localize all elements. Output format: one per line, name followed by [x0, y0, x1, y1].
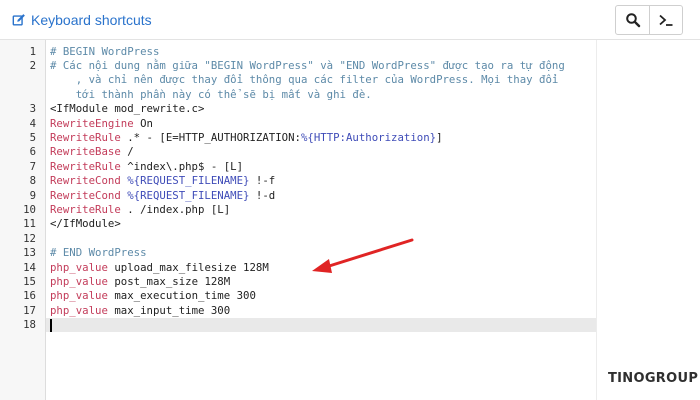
line-number: 9 [29, 188, 36, 202]
code-text: !-f [249, 174, 276, 188]
line-number: 3 [29, 102, 36, 116]
editor-scroll-area[interactable] [596, 40, 700, 400]
terminal-icon [659, 14, 673, 26]
code-directive: php_value [50, 260, 108, 274]
code-text: max_execution_time 300 [107, 289, 256, 303]
line-number: 8 [29, 174, 36, 188]
code-line[interactable]: RewriteCond %{REQUEST_FILENAME} !-f [50, 174, 275, 188]
line-number: 2 [29, 58, 36, 72]
code-text: .* - [E=HTTP_AUTHORIZATION: [120, 130, 301, 144]
editor-toolbar: Keyboard shortcuts [0, 0, 700, 40]
line-number: 6 [29, 145, 36, 159]
line-number: 11 [23, 217, 36, 231]
code-directive: RewriteCond [50, 188, 121, 202]
text-cursor [50, 319, 52, 333]
code-comment: # END WordPress [50, 246, 147, 260]
code-variable: %{REQUEST_FILENAME} [127, 174, 250, 188]
code-line[interactable]: RewriteCond %{REQUEST_FILENAME} !-d [50, 189, 275, 203]
line-number: 13 [23, 246, 36, 260]
tinogroup-watermark: TINOGROUP [608, 371, 699, 386]
code-line[interactable]: tới thành phần này có thể sẽ bị mất và g… [50, 88, 372, 102]
code-variable: %{REQUEST_FILENAME} [127, 188, 250, 202]
code-line[interactable]: RewriteRule .* - [E=HTTP_AUTHORIZATION:%… [50, 131, 443, 145]
code-variable: %{HTTP:Authorization} [300, 130, 437, 144]
keyboard-shortcuts-link[interactable]: Keyboard shortcuts [12, 11, 152, 29]
line-number-gutter: 1 2 3 4 5 6 7 8 9 10 11 12 13 14 15 16 17 18 [0, 40, 46, 400]
toolbar-button-group [615, 5, 683, 35]
code-text: . /index.php [L] [120, 202, 231, 216]
code-directive: php_value [50, 303, 108, 317]
code-text: max_input_time 300 [107, 303, 231, 317]
code-content[interactable]: # BEGIN WordPress # Các nội dung nằm giữa… [46, 40, 596, 400]
code-line[interactable]: # END WordPress [50, 246, 147, 260]
code-directive: RewriteCond [50, 174, 121, 188]
code-line[interactable]: php_value upload_max_filesize 128M [50, 261, 269, 275]
code-line[interactable]: <IfModule mod_rewrite.c> [50, 102, 204, 116]
terminal-button[interactable] [649, 6, 682, 34]
edit-icon [12, 14, 25, 26]
line-number: 12 [23, 231, 36, 245]
code-directive: RewriteBase [50, 145, 121, 159]
code-directive: RewriteRule [50, 130, 121, 144]
code-editor[interactable]: 1 2 3 4 5 6 7 8 9 10 11 12 13 14 15 16 17 18 # BEGIN Word… [0, 40, 700, 400]
line-number: 17 [23, 303, 36, 317]
code-text: / [120, 145, 134, 159]
code-comment: tới thành phần này có thể sẽ bị mất và g… [50, 87, 372, 101]
line-number: 18 [23, 318, 36, 332]
search-icon [625, 13, 640, 28]
code-directive: RewriteEngine [50, 116, 134, 130]
code-directive: php_value [50, 274, 108, 288]
search-button[interactable] [616, 6, 649, 34]
code-line[interactable]: , và chỉ nên được thay đổi thông qua các… [50, 73, 559, 87]
code-comment: , và chỉ nên được thay đổi thông qua các… [50, 73, 559, 87]
line-number: 5 [29, 130, 36, 144]
line-number: 15 [23, 274, 36, 288]
line-number: 16 [23, 289, 36, 303]
code-text: !-d [249, 188, 276, 202]
line-number: 1 [29, 44, 36, 58]
keyboard-shortcuts-label: Keyboard shortcuts [31, 12, 152, 28]
code-line[interactable]: php_value max_execution_time 300 [50, 289, 256, 303]
code-line[interactable]: </IfModule> [50, 217, 121, 231]
line-number [0, 73, 36, 87]
code-text: ] [436, 130, 443, 144]
code-text: upload_max_filesize 128M [107, 260, 269, 274]
code-text: <IfModule mod_rewrite.c> [50, 102, 205, 116]
code-directive: php_value [50, 289, 108, 303]
code-line[interactable]: RewriteBase / [50, 145, 134, 159]
line-number: 10 [23, 202, 36, 216]
line-number: 14 [23, 260, 36, 274]
code-line[interactable]: php_value post_max_size 128M [50, 275, 230, 289]
code-line[interactable]: php_value max_input_time 300 [50, 304, 230, 318]
code-text: post_max_size 128M [107, 274, 231, 288]
code-text: ^index\.php$ - [L] [120, 159, 244, 173]
code-line[interactable]: # Các nội dung nằm giữa "BEGIN WordPress… [50, 59, 565, 73]
code-line[interactable]: # BEGIN WordPress [50, 45, 159, 59]
line-number: 4 [29, 116, 36, 130]
code-comment: # BEGIN WordPress [50, 44, 160, 58]
code-text: On [133, 116, 153, 130]
code-text: </IfModule> [50, 217, 121, 231]
code-line[interactable]: RewriteRule ^index\.php$ - [L] [50, 160, 243, 174]
line-number: 7 [29, 159, 36, 173]
line-number [0, 88, 36, 102]
code-line[interactable]: RewriteRule . /index.php [L] [50, 203, 230, 217]
code-line[interactable]: RewriteEngine On [50, 117, 153, 131]
code-comment: # Các nội dung nằm giữa "BEGIN WordPress… [50, 58, 565, 72]
code-directive: RewriteRule [50, 159, 121, 173]
code-directive: RewriteRule [50, 202, 121, 216]
